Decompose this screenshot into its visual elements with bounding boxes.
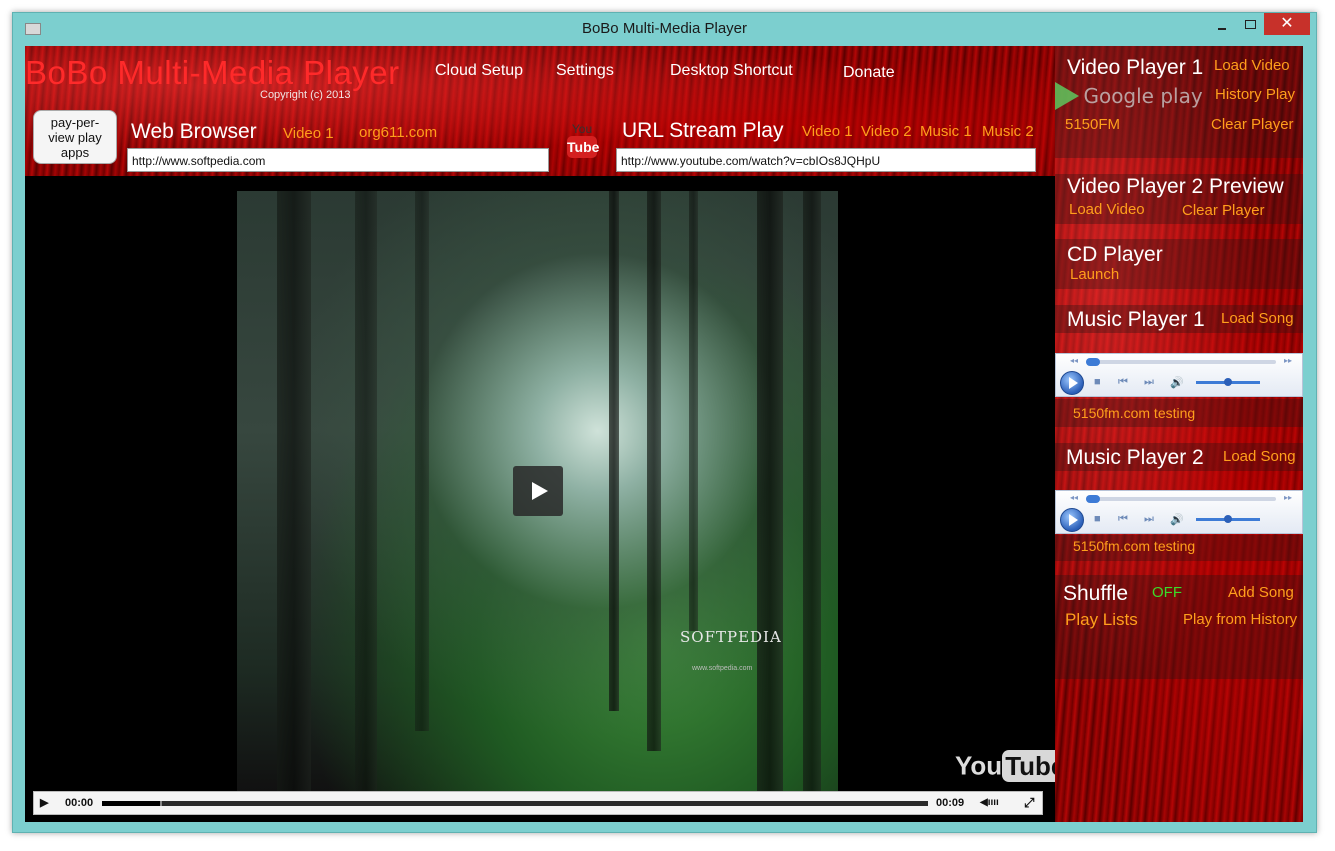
app-client-area: BoBo Multi-Media Player Copyright (c) 20…	[25, 46, 1303, 822]
google-play-label: Google play	[1083, 84, 1203, 108]
stream-music2-link[interactable]: Music 2	[982, 123, 1034, 140]
stream-music1-link[interactable]: Music 1	[920, 123, 972, 140]
softpedia-watermark: SOFTPEDIA	[680, 628, 782, 646]
mp1-volume-knob[interactable]	[1224, 378, 1232, 386]
add-song-link[interactable]: Add Song	[1228, 584, 1294, 601]
mp1-seek-knob[interactable]	[1086, 358, 1100, 366]
header-panel: BoBo Multi-Media Player Copyright (c) 20…	[25, 46, 1055, 176]
mp1-load-song-link[interactable]: Load Song	[1221, 310, 1294, 327]
youtube-icon-tube: Tube	[567, 136, 599, 158]
menu-cloud-setup[interactable]: Cloud Setup	[435, 62, 523, 80]
menu-donate[interactable]: Donate	[843, 64, 895, 82]
mp2-volume-slider[interactable]	[1196, 515, 1260, 523]
play-from-history-link[interactable]: Play from History	[1183, 611, 1297, 628]
close-button[interactable]: ✕	[1264, 13, 1310, 35]
video-progress-bar[interactable]	[102, 801, 928, 806]
mp2-load-song-link[interactable]: Load Song	[1223, 448, 1296, 465]
stream-video2-link[interactable]: Video 2	[861, 123, 912, 140]
video-controls-bar: ▶ 00:00 00:09 ◀ıııı ⤢	[33, 791, 1043, 815]
video-player1-title: Video Player 1	[1067, 56, 1204, 79]
menu-settings[interactable]: Settings	[556, 62, 614, 80]
mp2-previous-icon[interactable]: ⏮	[1118, 513, 1128, 526]
music-player2-title: Music Player 2	[1066, 446, 1204, 469]
music-player1-widget: ◂◂ ▸▸ ■ ⏮ ⏭ 🔊	[1055, 353, 1303, 397]
video-play-button[interactable]	[513, 466, 563, 516]
music-player2-widget: ◂◂ ▸▸ ■ ⏮ ⏭ 🔊	[1055, 490, 1303, 534]
music-player1-title: Music Player 1	[1067, 308, 1205, 331]
vp2-load-video-link[interactable]: Load Video	[1069, 201, 1145, 218]
mp1-seek-bar[interactable]	[1086, 358, 1276, 366]
play-lists-link[interactable]: Play Lists	[1065, 610, 1138, 630]
youtube-icon-you: You	[571, 122, 593, 136]
softpedia-watermark-url: www.softpedia.com	[692, 665, 753, 672]
current-time: 00:00	[65, 797, 94, 809]
video-player1-panel: Video Player 1 Load Video Google play Hi…	[1055, 46, 1303, 158]
mp2-stop-icon[interactable]: ■	[1094, 513, 1101, 525]
total-time: 00:09	[936, 797, 965, 809]
mp1-rewind-icon[interactable]: ◂◂	[1070, 356, 1078, 365]
vp2-clear-player-link[interactable]: Clear Player	[1182, 202, 1265, 219]
youtube-logo-you: You	[955, 750, 1003, 781]
mp1-now-playing: 5150fm.com testing	[1073, 405, 1196, 421]
shuffle-state-toggle[interactable]: OFF	[1152, 584, 1182, 601]
music-player2-status: 5150fm.com testing	[1055, 535, 1303, 561]
shuffle-panel: Shuffle OFF Add Song Play Lists Play fro…	[1055, 575, 1303, 679]
app-window: BoBo Multi-Media Player ✕ BoBo Multi-Med…	[12, 12, 1317, 833]
url-stream-label: URL Stream Play	[622, 119, 784, 142]
video-frame[interactable]: SOFTPEDIA www.softpedia.com	[237, 191, 838, 791]
stream-video1-link[interactable]: Video 1	[802, 123, 853, 140]
cd-launch-link[interactable]: Launch	[1070, 266, 1119, 283]
pay-per-view-button[interactable]: pay-per-view play apps	[33, 110, 117, 164]
mp2-next-icon[interactable]: ⏭	[1144, 513, 1154, 526]
mp2-now-playing: 5150fm.com testing	[1073, 538, 1196, 554]
mp1-forward-icon[interactable]: ▸▸	[1284, 356, 1292, 365]
mp2-seek-knob[interactable]	[1086, 495, 1100, 503]
mp2-forward-icon[interactable]: ▸▸	[1284, 493, 1292, 502]
cd-player-panel: CD Player Launch	[1055, 239, 1303, 289]
copyright-text: Copyright (c) 2013	[260, 89, 351, 101]
music-player1-panel: Music Player 1 Load Song	[1055, 305, 1303, 333]
mp2-seek-bar[interactable]	[1086, 495, 1276, 503]
maximize-button[interactable]	[1237, 17, 1263, 37]
video-progress-fill	[102, 801, 162, 806]
history-play-link[interactable]: History Play	[1215, 86, 1295, 103]
sidebar: Video Player 1 Load Video Google play Hi…	[1055, 46, 1303, 822]
minimize-button[interactable]	[1209, 17, 1235, 37]
web-browser-video1-link[interactable]: Video 1	[283, 125, 334, 142]
google-play-badge[interactable]: Google play	[1055, 82, 1203, 110]
station-label: 5150FM	[1065, 116, 1121, 133]
music-player1-status: 5150fm.com testing	[1055, 399, 1303, 427]
mp1-next-icon[interactable]: ⏭	[1144, 376, 1154, 389]
volume-icon[interactable]: ◀ıııı	[980, 792, 999, 814]
title-bar[interactable]: BoBo Multi-Media Player ✕	[13, 13, 1316, 45]
mp1-volume-icon[interactable]: 🔊	[1170, 376, 1184, 389]
web-browser-url-input[interactable]: http://www.softpedia.com	[127, 148, 549, 172]
google-play-icon	[1055, 82, 1079, 110]
control-play-icon[interactable]: ▶	[40, 792, 54, 814]
mp1-previous-icon[interactable]: ⏮	[1118, 376, 1128, 389]
fullscreen-icon[interactable]: ⤢	[1024, 792, 1034, 814]
video-player2-panel: Video Player 2 Preview Load Video Clear …	[1055, 174, 1303, 224]
mp1-stop-icon[interactable]: ■	[1094, 376, 1101, 388]
youtube-icon[interactable]: You Tube	[567, 122, 599, 166]
mp1-volume-slider[interactable]	[1196, 378, 1260, 386]
org611-link[interactable]: org611.com	[359, 124, 437, 141]
mp2-play-button[interactable]	[1060, 508, 1084, 532]
mp2-volume-icon[interactable]: 🔊	[1170, 513, 1184, 526]
app-title: BoBo Multi-Media Player	[25, 54, 400, 91]
mp2-rewind-icon[interactable]: ◂◂	[1070, 493, 1078, 502]
cd-player-title: CD Player	[1067, 243, 1163, 266]
music-player2-panel: Music Player 2 Load Song	[1055, 443, 1303, 471]
web-browser-label: Web Browser	[131, 120, 257, 143]
url-stream-input[interactable]: http://www.youtube.com/watch?v=cbIOs8JQH…	[616, 148, 1036, 172]
vp1-load-video-link[interactable]: Load Video	[1214, 57, 1290, 74]
mp1-play-button[interactable]	[1060, 371, 1084, 395]
shuffle-title: Shuffle	[1063, 582, 1128, 605]
vp1-clear-player-link[interactable]: Clear Player	[1211, 116, 1294, 133]
window-title: BoBo Multi-Media Player	[581, 20, 748, 37]
youtube-logo[interactable]: You Tube	[955, 750, 1069, 782]
mp2-volume-knob[interactable]	[1224, 515, 1232, 523]
video-player2-title: Video Player 2 Preview	[1067, 175, 1284, 198]
menu-desktop-shortcut[interactable]: Desktop Shortcut	[670, 62, 793, 80]
